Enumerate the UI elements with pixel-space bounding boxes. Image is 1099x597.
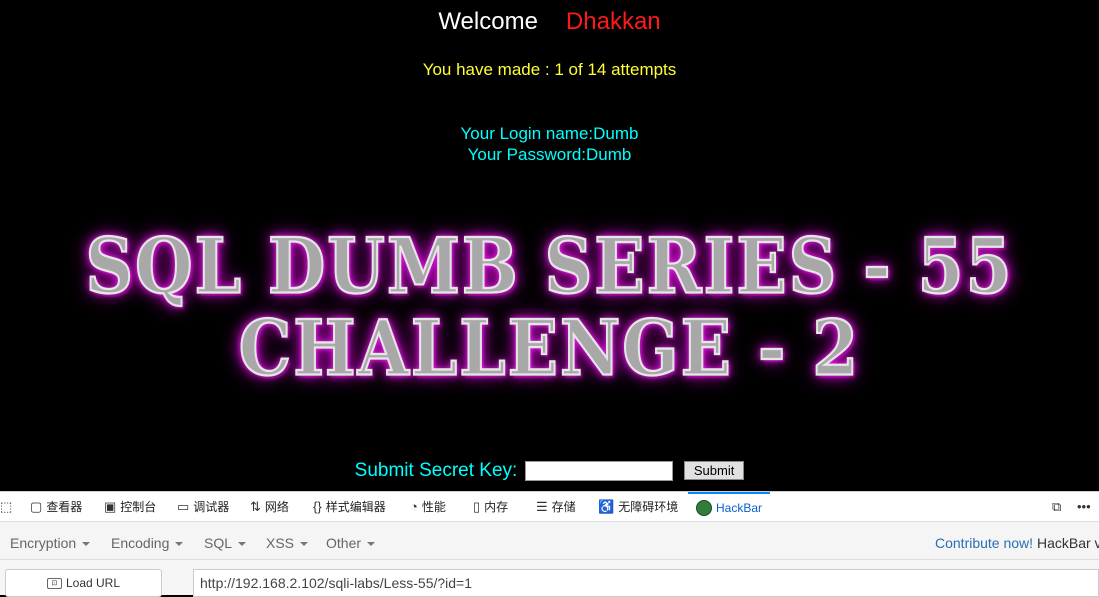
- tab-storage[interactable]: ☰ 存储: [536, 492, 576, 522]
- picker-icon: ⬚: [0, 499, 13, 514]
- dock-icon: ⧉: [1052, 499, 1062, 514]
- url-input[interactable]: http://192.168.2.102/sqli-labs/Less-55/?…: [193, 569, 1099, 597]
- network-icon: ⇅: [250, 499, 261, 514]
- tab-console[interactable]: ▣ 控制台: [104, 492, 156, 522]
- tab-hackbar[interactable]: HackBar: [688, 492, 771, 522]
- element-picker[interactable]: ⬚: [0, 492, 12, 522]
- menu-other[interactable]: Other: [326, 535, 375, 551]
- menu-encoding[interactable]: Encoding: [111, 535, 183, 551]
- secret-key-label: Submit Secret Key:: [354, 460, 518, 481]
- login-password: Your Password:Dumb: [467, 145, 632, 164]
- welcome-text: Welcome: [438, 8, 538, 35]
- accessibility-icon: ♿: [598, 499, 615, 514]
- login-info: Your Login name:Dumb Your Password:Dumb: [0, 123, 1099, 165]
- console-icon: ▣: [104, 499, 117, 514]
- inspector-icon: ▢: [30, 499, 43, 514]
- dock-button[interactable]: ⧉: [1052, 492, 1061, 522]
- hackbar-version: HackBar v: [1036, 535, 1099, 551]
- title-line-2: CHALLENGE - 2: [238, 302, 861, 394]
- load-url-button[interactable]: ⊡ Load URL: [5, 569, 162, 597]
- hackbar-menu-bar: Encryption Encoding SQL XSS Other Contri…: [0, 522, 1099, 560]
- tab-inspector[interactable]: ▢ 查看器: [30, 492, 82, 522]
- secret-key-input[interactable]: [524, 460, 673, 481]
- menu-sql[interactable]: SQL: [204, 535, 246, 551]
- attempts-counter: You have made : 1 of 14 attempts: [422, 60, 677, 79]
- sqli-lab-page: Welcome Dhakkan You have made : 1 of 14 a…: [0, 0, 1099, 491]
- hackbar-icon: [696, 500, 712, 516]
- hackbar-panel: Encryption Encoding SQL XSS Other Contri…: [0, 522, 1099, 597]
- devtools-toolbar: ⬚ ▢ 查看器 ▣ 控制台 ▭ 调试器 ⇅ 网络 {} 样式编辑器 ◔ 性能 ▯ 内存 ☰ 存储…: [0, 491, 1099, 522]
- user-name: Dhakkan: [565, 8, 661, 35]
- tab-accessibility[interactable]: ♿ 无障碍环境: [598, 492, 678, 522]
- style-editor-icon: {}: [313, 499, 322, 514]
- tab-performance[interactable]: ◔ 性能: [410, 492, 446, 522]
- challenge-title: SQL DUMB SERIES - 55 CHALLENGE - 2: [0, 220, 1099, 394]
- contribute-note: Contribute now! HackBar v: [935, 535, 1099, 551]
- memory-icon: ▯: [473, 499, 481, 514]
- storage-icon: ☰: [536, 499, 548, 514]
- submit-button[interactable]: Submit: [683, 461, 745, 481]
- login-name: Your Login name:Dumb: [460, 124, 639, 143]
- debugger-icon: ▭: [177, 499, 190, 514]
- menu-xss[interactable]: XSS: [266, 535, 308, 551]
- contribute-link[interactable]: Contribute now!: [935, 535, 1033, 551]
- title-line-1: SQL DUMB SERIES - 55: [84, 220, 1014, 312]
- tab-debugger[interactable]: ▭ 调试器: [177, 492, 229, 522]
- welcome-line: Welcome Dhakkan: [0, 8, 1099, 36]
- tab-network[interactable]: ⇅ 网络: [250, 492, 289, 522]
- tab-memory[interactable]: ▯ 内存: [473, 492, 508, 522]
- more-icon: •••: [1077, 499, 1091, 514]
- load-url-label: Load URL: [65, 576, 121, 590]
- more-menu-button[interactable]: •••: [1077, 492, 1091, 522]
- performance-icon: ◔: [410, 499, 418, 514]
- load-url-icon: ⊡: [46, 577, 62, 589]
- tab-style-editor[interactable]: {} 样式编辑器: [313, 492, 386, 522]
- secret-key-form: Submit Secret Key: Submit: [0, 460, 1099, 482]
- menu-encryption[interactable]: Encryption: [10, 535, 90, 551]
